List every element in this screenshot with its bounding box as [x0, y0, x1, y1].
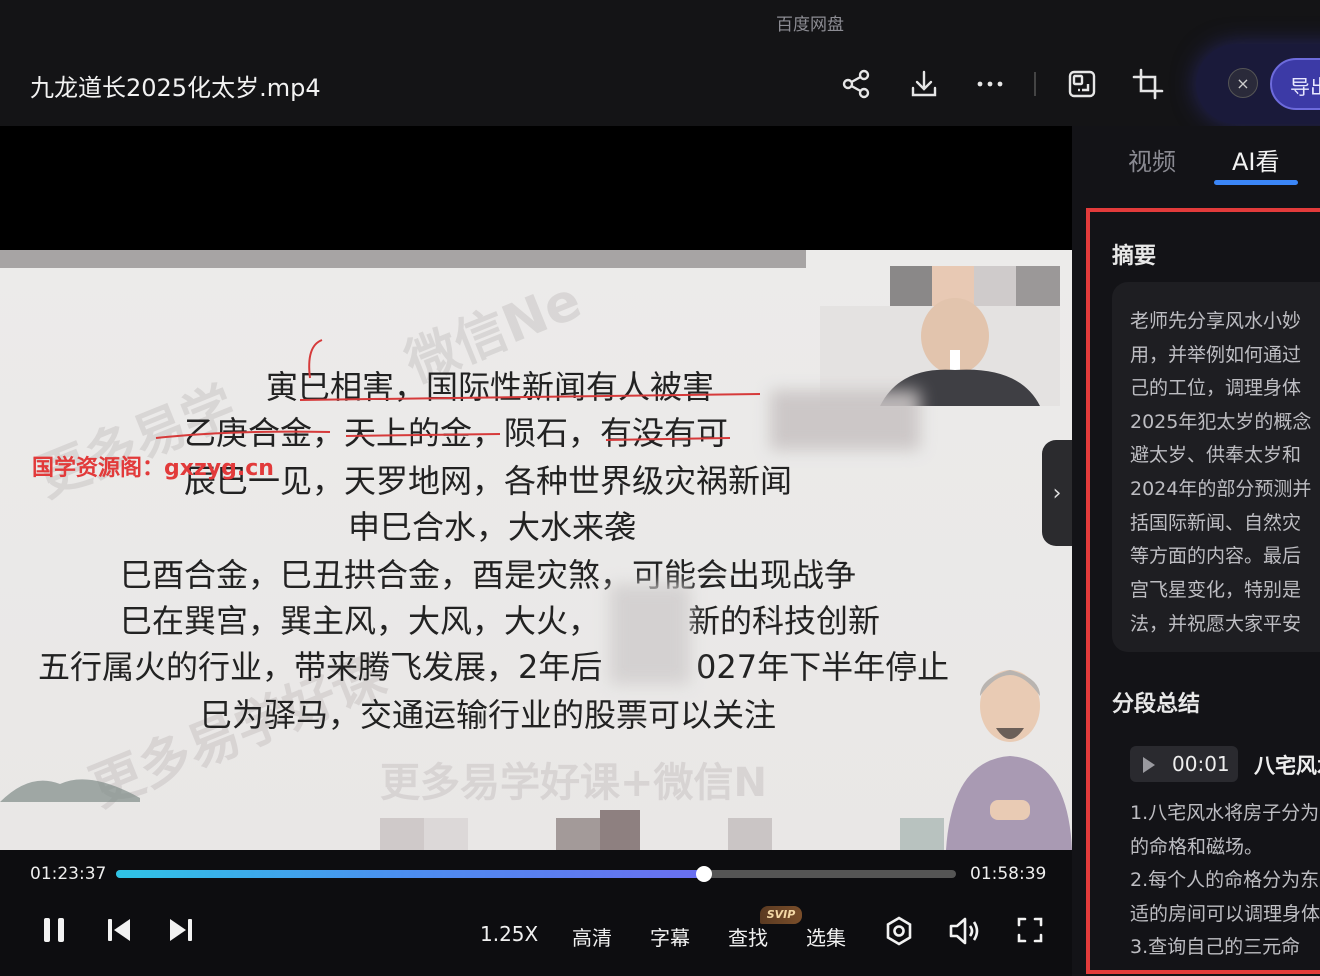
- download-icon[interactable]: [904, 62, 944, 106]
- search-button[interactable]: 查找: [728, 922, 768, 951]
- expand-panel-button[interactable]: ›: [1042, 440, 1072, 546]
- side-panel: 视频 AI看 摘要 老师先分享风水小妙 用，并举例如何通过 己的工位，调理身体 …: [1072, 126, 1320, 976]
- mosaic-strip: [380, 810, 944, 850]
- title-bar: 百度网盘 九龙道长2025化太岁.mp4 × 导出: [0, 0, 1320, 126]
- settings-icon[interactable]: [884, 916, 914, 946]
- pause-icon[interactable]: [42, 916, 66, 944]
- video-frame-slide: 更多易学 微信Ne 更多易学好课 更多易学好课+微信N 寅巳相害，国际性新闻有人…: [0, 250, 1072, 850]
- toolbar-divider: [1034, 72, 1036, 96]
- close-icon[interactable]: ×: [1228, 68, 1258, 98]
- volume-icon[interactable]: [948, 916, 982, 946]
- player-controls: 01:23:37 01:58:39 1.25X 高清 字幕 SVIP 查找 选集: [0, 850, 1072, 976]
- progress-thumb[interactable]: [696, 866, 712, 882]
- mountain-decoration: [0, 779, 140, 802]
- more-icon[interactable]: [970, 62, 1010, 106]
- progress-fill: [116, 870, 704, 878]
- export-button[interactable]: 导出: [1270, 58, 1320, 110]
- red-annotation-marks: [155, 339, 761, 441]
- progress-bar[interactable]: [116, 866, 956, 882]
- speed-button[interactable]: 1.25X: [480, 922, 538, 946]
- highlight-frame: [1086, 208, 1320, 974]
- fullscreen-icon[interactable]: [1016, 916, 1044, 944]
- crop-icon[interactable]: [1128, 62, 1168, 106]
- tab-video[interactable]: 视频: [1128, 142, 1176, 177]
- promo-watermark-text: 国学资源阁：gxzyg.cn: [32, 456, 274, 481]
- subtitle-button[interactable]: 字幕: [650, 922, 690, 951]
- screen-capture-icon[interactable]: [1062, 62, 1102, 106]
- active-tab-indicator: [1214, 180, 1298, 185]
- file-title: 九龙道长2025化太岁.mp4: [30, 74, 321, 102]
- quality-button[interactable]: 高清: [572, 922, 612, 951]
- previous-icon[interactable]: [106, 916, 134, 944]
- current-time: 01:23:37: [30, 864, 107, 884]
- total-time: 01:58:39: [970, 864, 1047, 884]
- share-icon[interactable]: [836, 62, 876, 106]
- app-title: 百度网盘: [776, 15, 844, 35]
- next-icon[interactable]: [166, 916, 194, 944]
- episodes-button[interactable]: 选集: [806, 922, 846, 951]
- video-viewport[interactable]: 更多易学 微信Ne 更多易学好课 更多易学好课+微信N 寅巳相害，国际性新闻有人…: [0, 126, 1072, 850]
- tab-ai-view[interactable]: AI看: [1232, 142, 1280, 177]
